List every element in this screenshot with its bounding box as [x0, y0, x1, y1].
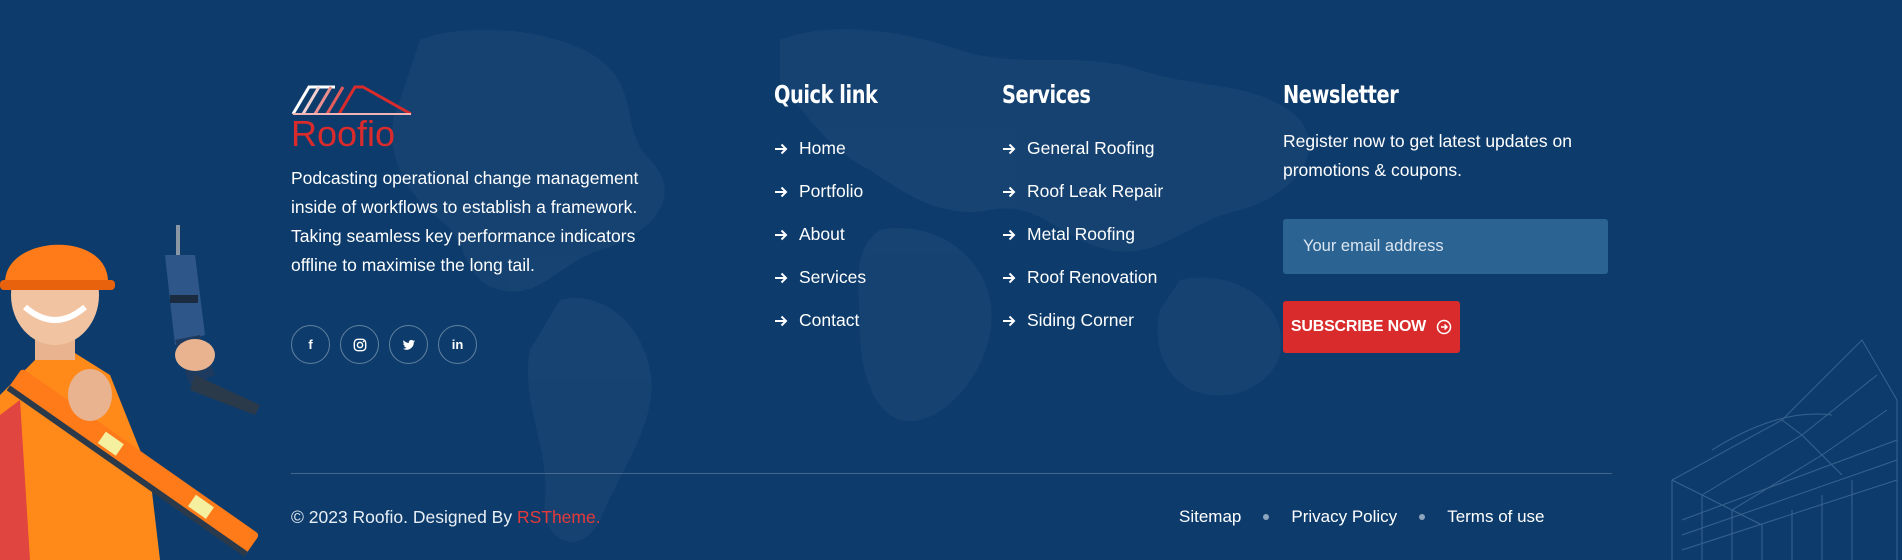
arrow-right-icon [1003, 186, 1016, 197]
copyright-prefix: © 2023 Roofio. Designed By [291, 507, 517, 527]
arrow-right-icon [775, 315, 788, 326]
newsletter-description: Register now to get latest updates on pr… [1283, 131, 1572, 180]
arrow-right-icon [1003, 315, 1016, 326]
email-input[interactable] [1283, 219, 1608, 274]
quick-link-list: Home Portfolio About Services Contact [774, 127, 894, 342]
quick-link-label: Services [799, 267, 867, 287]
services-list: General Roofing Roof Leak Repair Metal R… [1002, 127, 1163, 342]
quick-link-column: Quick link Home Portfolio About Services… [774, 80, 894, 342]
service-link-label: Roof Leak Repair [1027, 181, 1164, 201]
arrow-circle-right-icon [1436, 319, 1452, 335]
quick-link-label: Contact [799, 310, 860, 330]
sitemap-link[interactable]: Sitemap [1179, 507, 1241, 527]
service-link-metal-roofing[interactable]: Metal Roofing [1002, 213, 1163, 256]
quick-link-label: About [799, 224, 845, 244]
newsletter-column: Newsletter Register now to get latest up… [1283, 80, 1613, 353]
footer-bottom-links: Sitemap Privacy Policy Terms of use [1179, 507, 1545, 527]
separator-dot [1263, 514, 1270, 520]
quick-link-label: Portfolio [799, 181, 864, 201]
subscribe-button[interactable]: SUBSCRIBE NOW [1283, 301, 1460, 353]
worker-illustration [0, 225, 260, 560]
subscribe-button-label: SUBSCRIBE NOW [1290, 318, 1427, 335]
quick-link-contact[interactable]: Contact [774, 299, 894, 342]
quick-link-about[interactable]: About [774, 213, 894, 256]
brand-description: Podcasting operational change management… [291, 168, 639, 275]
instagram-icon [353, 338, 366, 351]
brand-column: Roofio Podcasting operational change man… [291, 82, 711, 364]
service-link-roof-leak-repair[interactable]: Roof Leak Repair [1002, 170, 1163, 213]
service-link-label: Siding Corner [1027, 310, 1134, 330]
privacy-policy-link[interactable]: Privacy Policy [1291, 507, 1397, 527]
arrow-right-icon [775, 143, 788, 154]
arrow-right-icon [775, 229, 788, 240]
quick-link-label: Home [799, 138, 846, 158]
arrow-right-icon [775, 272, 788, 283]
facebook-button[interactable]: f [291, 325, 330, 364]
copyright-text: © 2023 Roofio. Designed By RSTheme. [291, 507, 601, 528]
logo-text: Roofio [291, 113, 395, 150]
services-title: Services [1002, 80, 1091, 109]
services-column: Services General Roofing Roof Leak Repai… [1002, 80, 1163, 342]
twitter-button[interactable] [389, 325, 428, 364]
newsletter-title: Newsletter [1283, 80, 1399, 109]
service-link-roof-renovation[interactable]: Roof Renovation [1002, 256, 1163, 299]
arrow-right-icon [775, 186, 788, 197]
roofio-logo[interactable]: Roofio [291, 82, 413, 150]
building-illustration [1671, 339, 1898, 560]
quick-link-title: Quick link [774, 80, 878, 109]
quick-link-portfolio[interactable]: Portfolio [774, 170, 894, 213]
service-link-siding-corner[interactable]: Siding Corner [1002, 299, 1163, 342]
arrow-right-icon [1003, 229, 1016, 240]
arrow-right-icon [1003, 143, 1016, 154]
footer-divider [291, 473, 1612, 474]
footer-container: Roofio Podcasting operational change man… [291, 0, 1612, 560]
service-link-label: Roof Renovation [1027, 267, 1158, 287]
service-link-general-roofing[interactable]: General Roofing [1002, 127, 1163, 170]
quick-link-services[interactable]: Services [774, 256, 894, 299]
service-link-label: Metal Roofing [1027, 224, 1135, 244]
facebook-icon: f [308, 337, 313, 352]
separator-dot [1419, 514, 1426, 520]
quick-link-home[interactable]: Home [774, 127, 894, 170]
twitter-icon [402, 339, 415, 350]
linkedin-icon: in [451, 337, 464, 352]
linkedin-button[interactable]: in [438, 325, 477, 364]
social-links: f in [291, 325, 711, 364]
rstheme-link[interactable]: RSTheme. [517, 507, 601, 527]
terms-of-use-link[interactable]: Terms of use [1447, 507, 1544, 527]
service-link-label: General Roofing [1027, 138, 1155, 158]
arrow-right-icon [1003, 272, 1016, 283]
instagram-button[interactable] [340, 325, 379, 364]
